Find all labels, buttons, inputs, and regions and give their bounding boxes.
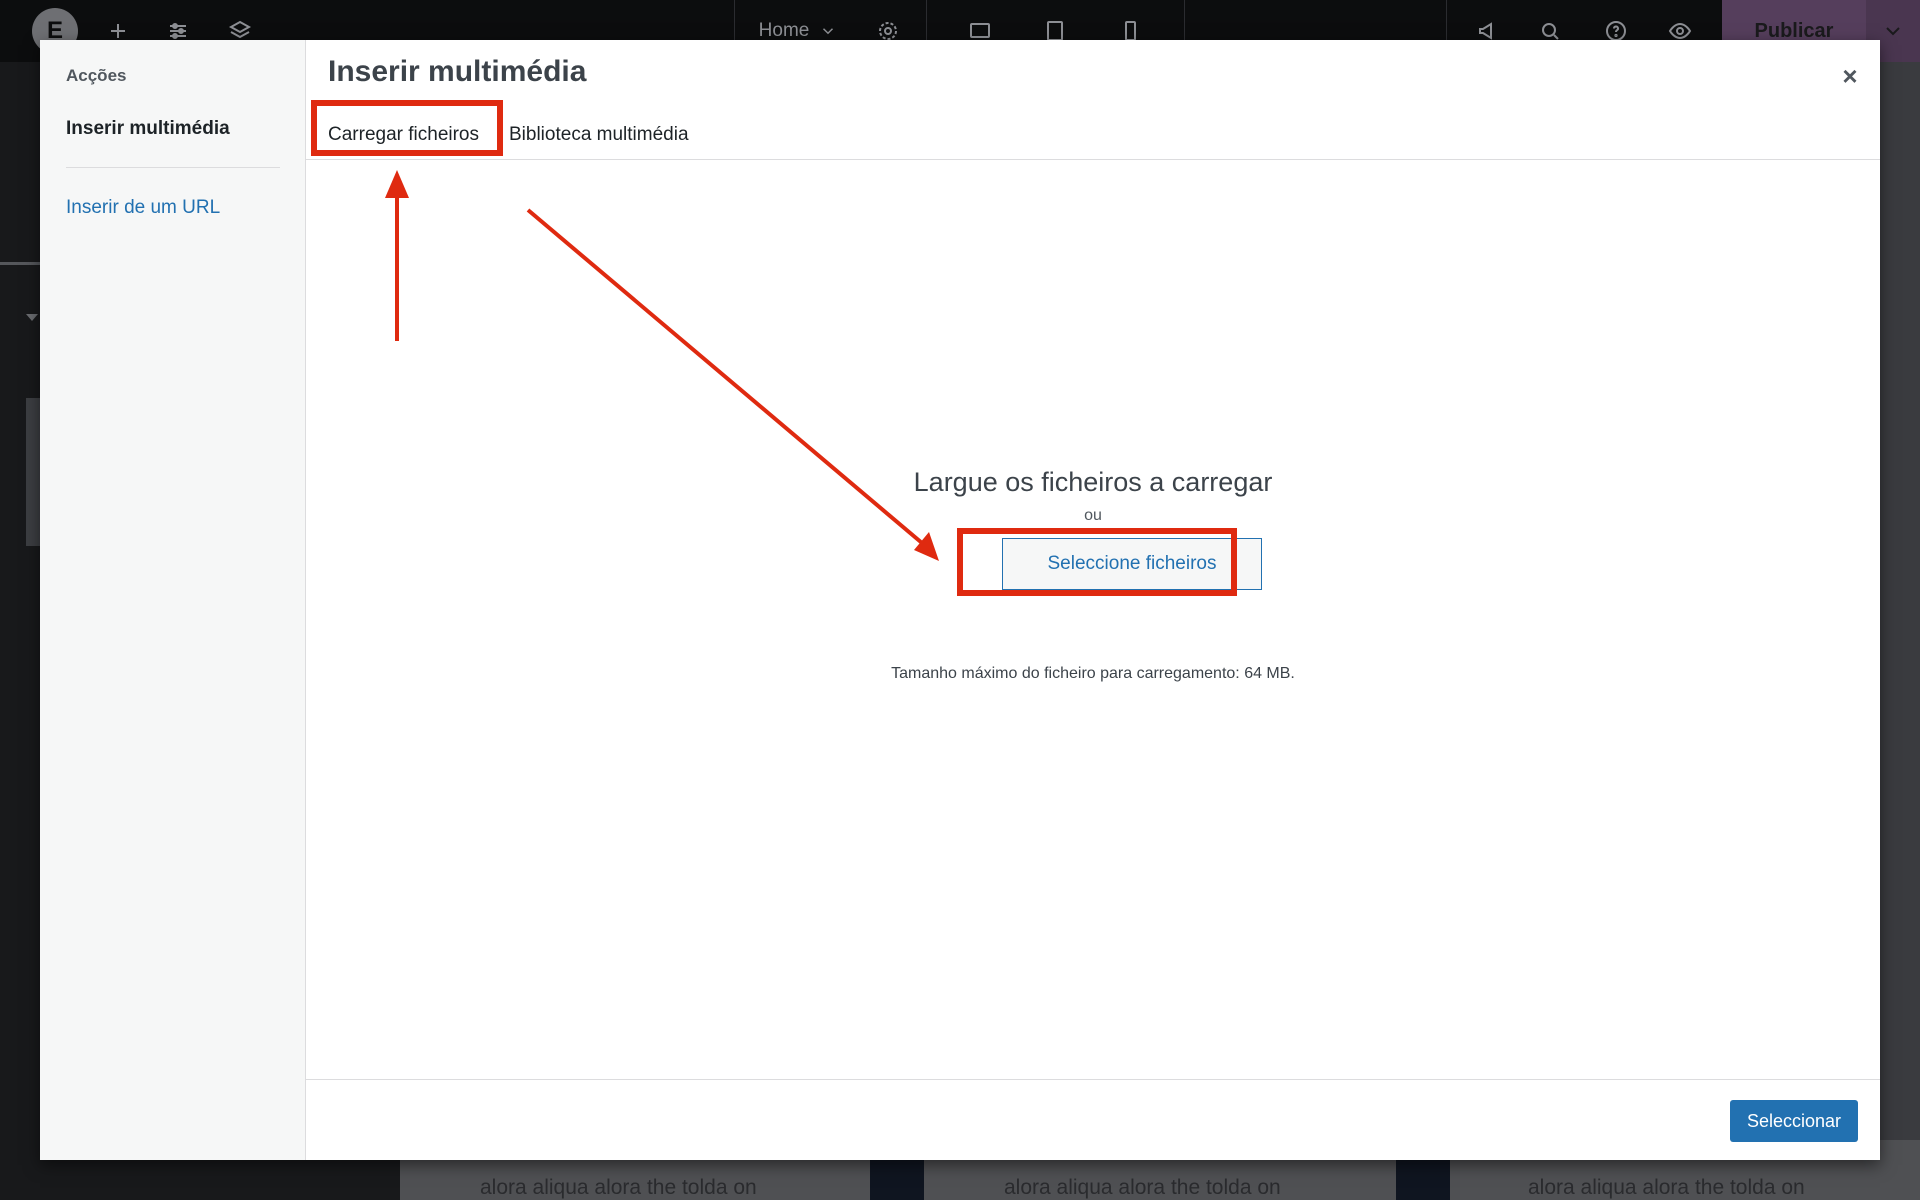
max-upload-size-note: Tamanho máximo do ficheiro para carregam… <box>891 665 1295 682</box>
annotation-highlight-upload-tab <box>311 100 503 156</box>
menu-item-insert-from-url[interactable]: Inserir de um URL <box>66 197 220 219</box>
media-menu: Acções Inserir multimédia Inserir de um … <box>40 40 306 1160</box>
select-button[interactable]: Seleccionar <box>1730 1100 1858 1142</box>
media-frame-content: Inserir multimédia × Carregar ficheiros … <box>306 40 1880 1160</box>
canvas-card-text: alora aliqua alora the tolda on <box>480 1176 757 1199</box>
chevron-down-icon <box>823 28 834 35</box>
menu-item-insert-media[interactable]: Inserir multimédia <box>66 118 230 140</box>
media-toolbar: Seleccionar <box>306 1079 1880 1160</box>
canvas-card-text: alora aliqua alora the tolda on <box>1004 1176 1281 1199</box>
media-router-tabs: Carregar ficheiros Biblioteca multimédia <box>306 110 1880 160</box>
drop-instructions: Largue os ficheiros a carregar <box>913 467 1273 497</box>
menu-separator <box>66 167 280 168</box>
canvas-card-text: alora aliqua alora the tolda on <box>1528 1176 1805 1199</box>
chevron-down-icon <box>1886 27 1900 36</box>
annotation-highlight-select-files <box>957 528 1237 596</box>
tab-media-library[interactable]: Biblioteca multimédia <box>509 110 689 160</box>
or-separator-text: ou <box>1084 507 1102 524</box>
close-icon[interactable]: × <box>1832 58 1868 94</box>
page-selector-label: Home <box>758 20 810 41</box>
media-modal: Acções Inserir multimédia Inserir de um … <box>40 40 1880 1160</box>
modal-title: Inserir multimédia <box>328 55 587 88</box>
upload-drop-zone[interactable]: Largue os ficheiros a carregar ou Selecc… <box>306 161 1880 1079</box>
menu-heading: Acções <box>66 66 127 85</box>
